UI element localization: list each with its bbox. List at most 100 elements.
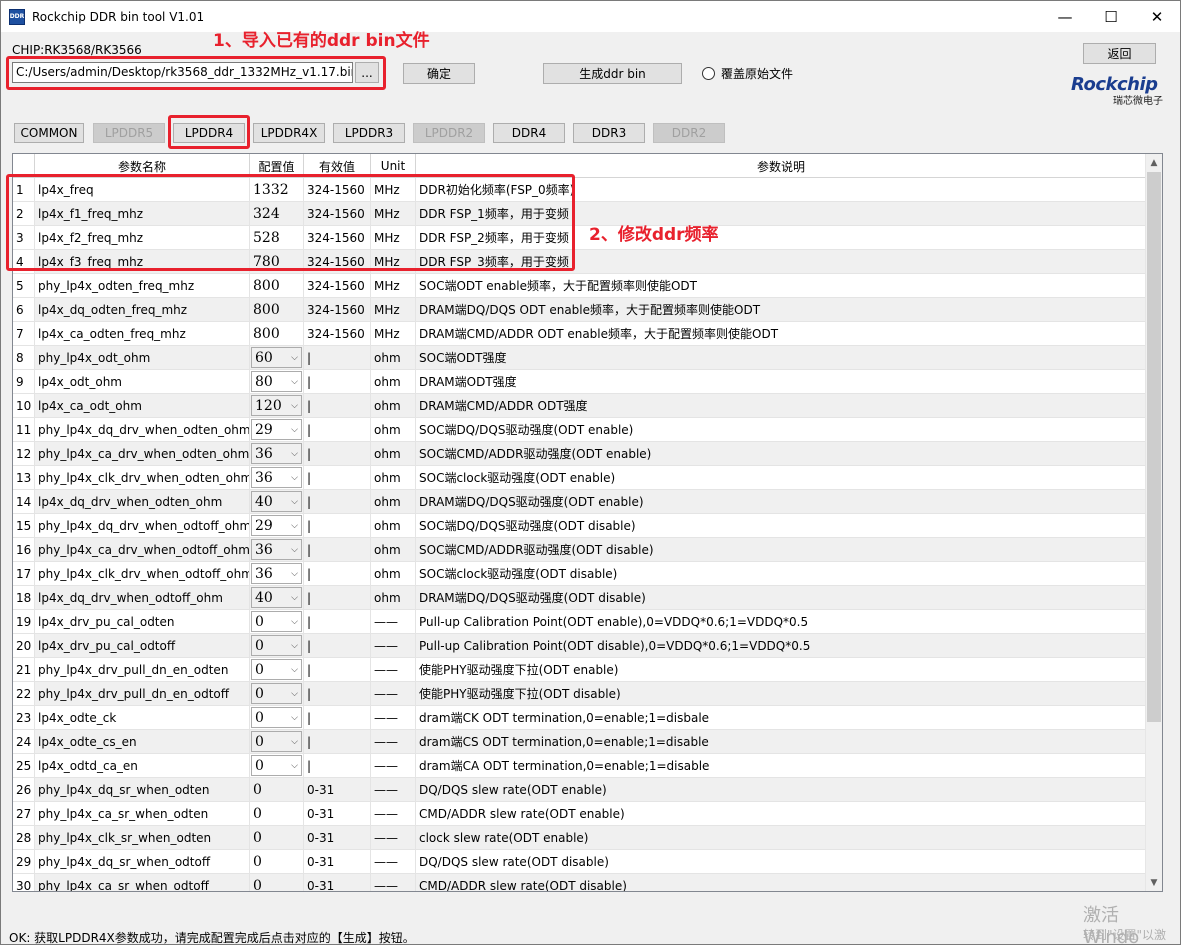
chevron-down-icon[interactable]: ⌵ bbox=[291, 473, 298, 483]
chevron-down-icon[interactable]: ⌵ bbox=[291, 617, 298, 627]
param-value-select[interactable]: 0 ⌵ bbox=[251, 611, 302, 632]
table-row[interactable]: 30 phy_lp4x_ca_sr_when_odtoff 0 0-31 —— CMD/A… bbox=[13, 874, 1147, 891]
param-value[interactable]: 800 bbox=[250, 322, 304, 345]
chevron-down-icon[interactable]: ⌵ bbox=[291, 641, 298, 651]
param-value-select[interactable]: 0 ⌵ bbox=[251, 755, 302, 776]
param-value[interactable]: 0 bbox=[250, 802, 304, 825]
chevron-down-icon[interactable]: ⌵ bbox=[291, 689, 298, 699]
bin-path-input[interactable]: C:/Users/admin/Desktop/rk3568_ddr_1332MH… bbox=[12, 62, 353, 83]
scroll-up-icon[interactable]: ▲ bbox=[1146, 154, 1162, 171]
table-row[interactable]: 2 lp4x_f1_freq_mhz 324 324-1560 MHz DDR FSP_1… bbox=[13, 202, 1147, 226]
param-value[interactable]: 1332 bbox=[250, 178, 304, 201]
table-row[interactable]: 5 phy_lp4x_odten_freq_mhz 800 324-1560 MHz SO… bbox=[13, 274, 1147, 298]
chevron-down-icon[interactable]: ⌵ bbox=[291, 737, 298, 747]
chevron-down-icon[interactable]: ⌵ bbox=[291, 665, 298, 675]
tab-lpddr3[interactable]: LPDDR3 bbox=[333, 123, 405, 143]
param-value-select[interactable]: 0 ⌵ bbox=[251, 635, 302, 656]
tab-lpddr4x[interactable]: LPDDR4X bbox=[253, 123, 325, 143]
param-value-select[interactable]: 36 ⌵ bbox=[251, 443, 302, 464]
scroll-thumb[interactable] bbox=[1147, 172, 1161, 722]
table-row[interactable]: 7 lp4x_ca_odten_freq_mhz 800 324-1560 MHz DRA… bbox=[13, 322, 1147, 346]
table-row[interactable]: 14 lp4x_dq_drv_when_odten_ohm 40 ⌵ | ohm DRAM端… bbox=[13, 490, 1147, 514]
header-range[interactable]: 有效值 bbox=[304, 154, 371, 178]
table-row[interactable]: 15 phy_lp4x_dq_drv_when_odtoff_ohm 29 ⌵ | ohm… bbox=[13, 514, 1147, 538]
scroll-down-icon[interactable]: ▼ bbox=[1146, 874, 1162, 891]
param-value-select[interactable]: 60 ⌵ bbox=[251, 347, 302, 368]
table-row[interactable]: 23 lp4x_odte_ck 0 ⌵ | —— dram端CK ODT terminati… bbox=[13, 706, 1147, 730]
chevron-down-icon[interactable]: ⌵ bbox=[291, 761, 298, 771]
minimize-button[interactable]: — bbox=[1042, 1, 1088, 32]
table-row[interactable]: 17 phy_lp4x_clk_drv_when_odtoff_ohm 36 ⌵ | oh… bbox=[13, 562, 1147, 586]
chevron-down-icon[interactable]: ⌵ bbox=[291, 593, 298, 603]
table-row[interactable]: 12 phy_lp4x_ca_drv_when_odten_ohm 36 ⌵ | ohm S… bbox=[13, 442, 1147, 466]
param-value-select[interactable]: 36 ⌵ bbox=[251, 539, 302, 560]
param-value[interactable]: 0 bbox=[250, 850, 304, 873]
chevron-down-icon[interactable]: ⌵ bbox=[291, 353, 298, 363]
chevron-down-icon[interactable]: ⌵ bbox=[291, 521, 298, 531]
table-row[interactable]: 6 lp4x_dq_odten_freq_mhz 800 324-1560 MHz DRA… bbox=[13, 298, 1147, 322]
overwrite-option[interactable]: 覆盖原始文件 bbox=[702, 65, 793, 82]
chevron-down-icon[interactable]: ⌵ bbox=[291, 425, 298, 435]
param-value[interactable]: 324 bbox=[250, 202, 304, 225]
chevron-down-icon[interactable]: ⌵ bbox=[291, 497, 298, 507]
param-value-select[interactable]: 0 ⌵ bbox=[251, 707, 302, 728]
param-value-select[interactable]: 40 ⌵ bbox=[251, 491, 302, 512]
param-value-select[interactable]: 0 ⌵ bbox=[251, 659, 302, 680]
generate-button[interactable]: 生成ddr bin bbox=[543, 63, 682, 84]
table-row[interactable]: 24 lp4x_odte_cs_en 0 ⌵ | —— dram端CS ODT termin… bbox=[13, 730, 1147, 754]
header-desc[interactable]: 参数说明 bbox=[416, 154, 1147, 178]
param-value[interactable]: 0 bbox=[250, 874, 304, 891]
table-row[interactable]: 4 lp4x_f3_freq_mhz 780 324-1560 MHz DDR FSP_3… bbox=[13, 250, 1147, 274]
table-row[interactable]: 21 phy_lp4x_drv_pull_dn_en_odten 0 ⌵ | —— 使能PH… bbox=[13, 658, 1147, 682]
header-unit[interactable]: Unit bbox=[371, 154, 416, 178]
param-value-select[interactable]: 80 ⌵ bbox=[251, 371, 302, 392]
param-value-select[interactable]: 0 ⌵ bbox=[251, 683, 302, 704]
overwrite-radio[interactable] bbox=[702, 67, 715, 80]
tab-lpddr4[interactable]: LPDDR4 bbox=[173, 123, 245, 143]
chevron-down-icon[interactable]: ⌵ bbox=[291, 545, 298, 555]
tab-common[interactable]: COMMON bbox=[14, 123, 84, 143]
table-row[interactable]: 18 lp4x_dq_drv_when_odtoff_ohm 40 ⌵ | ohm DRAM… bbox=[13, 586, 1147, 610]
table-row[interactable]: 26 phy_lp4x_dq_sr_when_odten 0 0-31 —— DQ/DQS… bbox=[13, 778, 1147, 802]
param-value-select[interactable]: 40 ⌵ bbox=[251, 587, 302, 608]
param-value[interactable]: 0 bbox=[250, 778, 304, 801]
chevron-down-icon[interactable]: ⌵ bbox=[291, 377, 298, 387]
table-row[interactable]: 25 lp4x_odtd_ca_en 0 ⌵ | —— dram端CA ODT termin… bbox=[13, 754, 1147, 778]
table-row[interactable]: 20 lp4x_drv_pu_cal_odtoff 0 ⌵ | —— Pull-up Cal… bbox=[13, 634, 1147, 658]
table-row[interactable]: 13 phy_lp4x_clk_drv_when_odten_ohm 36 ⌵ | ohm… bbox=[13, 466, 1147, 490]
param-value-select[interactable]: 29 ⌵ bbox=[251, 515, 302, 536]
table-row[interactable]: 11 phy_lp4x_dq_drv_when_odten_ohm 29 ⌵ | ohm S… bbox=[13, 418, 1147, 442]
confirm-button[interactable]: 确定 bbox=[403, 63, 475, 84]
param-value-select[interactable]: 36 ⌵ bbox=[251, 563, 302, 584]
param-value-select[interactable]: 29 ⌵ bbox=[251, 419, 302, 440]
chevron-down-icon[interactable]: ⌵ bbox=[291, 449, 298, 459]
header-value[interactable]: 配置值 bbox=[250, 154, 304, 178]
chevron-down-icon[interactable]: ⌵ bbox=[291, 713, 298, 723]
param-value-select[interactable]: 36 ⌵ bbox=[251, 467, 302, 488]
vertical-scrollbar[interactable]: ▲ ▼ bbox=[1145, 154, 1162, 891]
param-value[interactable]: 0 bbox=[250, 826, 304, 849]
table-row[interactable]: 29 phy_lp4x_dq_sr_when_odtoff 0 0-31 —— DQ/DQ… bbox=[13, 850, 1147, 874]
chevron-down-icon[interactable]: ⌵ bbox=[291, 401, 298, 411]
param-value-select[interactable]: 120 ⌵ bbox=[251, 395, 302, 416]
tab-ddr4[interactable]: DDR4 bbox=[493, 123, 565, 143]
table-row[interactable]: 9 lp4x_odt_ohm 80 ⌵ | ohm DRAM端ODT强度 bbox=[13, 370, 1147, 394]
browse-button[interactable]: ... bbox=[355, 62, 379, 83]
table-row[interactable]: 22 phy_lp4x_drv_pull_dn_en_odtoff 0 ⌵ | —— 使能P… bbox=[13, 682, 1147, 706]
table-row[interactable]: 19 lp4x_drv_pu_cal_odten 0 ⌵ | —— Pull-up Cali… bbox=[13, 610, 1147, 634]
param-value[interactable]: 800 bbox=[250, 298, 304, 321]
param-value[interactable]: 528 bbox=[250, 226, 304, 249]
table-row[interactable]: 3 lp4x_f2_freq_mhz 528 324-1560 MHz DDR FSP_2… bbox=[13, 226, 1147, 250]
header-name[interactable]: 参数名称 bbox=[35, 154, 250, 178]
table-row[interactable]: 10 lp4x_ca_odt_ohm 120 ⌵ | ohm DRAM端CMD/ADDR O… bbox=[13, 394, 1147, 418]
maximize-button[interactable]: ☐ bbox=[1088, 1, 1134, 32]
table-row[interactable]: 16 phy_lp4x_ca_drv_when_odtoff_ohm 36 ⌵ | ohm… bbox=[13, 538, 1147, 562]
table-row[interactable]: 28 phy_lp4x_clk_sr_when_odten 0 0-31 —— clock… bbox=[13, 826, 1147, 850]
close-button[interactable]: ✕ bbox=[1134, 1, 1180, 32]
table-row[interactable]: 8 phy_lp4x_odt_ohm 60 ⌵ | ohm SOC端ODT强度 bbox=[13, 346, 1147, 370]
chevron-down-icon[interactable]: ⌵ bbox=[291, 569, 298, 579]
table-row[interactable]: 1 lp4x_freq 1332 324-1560 MHz DDR初始化频率(FSP_0频… bbox=[13, 178, 1147, 202]
param-value[interactable]: 800 bbox=[250, 274, 304, 297]
table-row[interactable]: 27 phy_lp4x_ca_sr_when_odten 0 0-31 —— CMD/AD… bbox=[13, 802, 1147, 826]
tab-ddr3[interactable]: DDR3 bbox=[573, 123, 645, 143]
